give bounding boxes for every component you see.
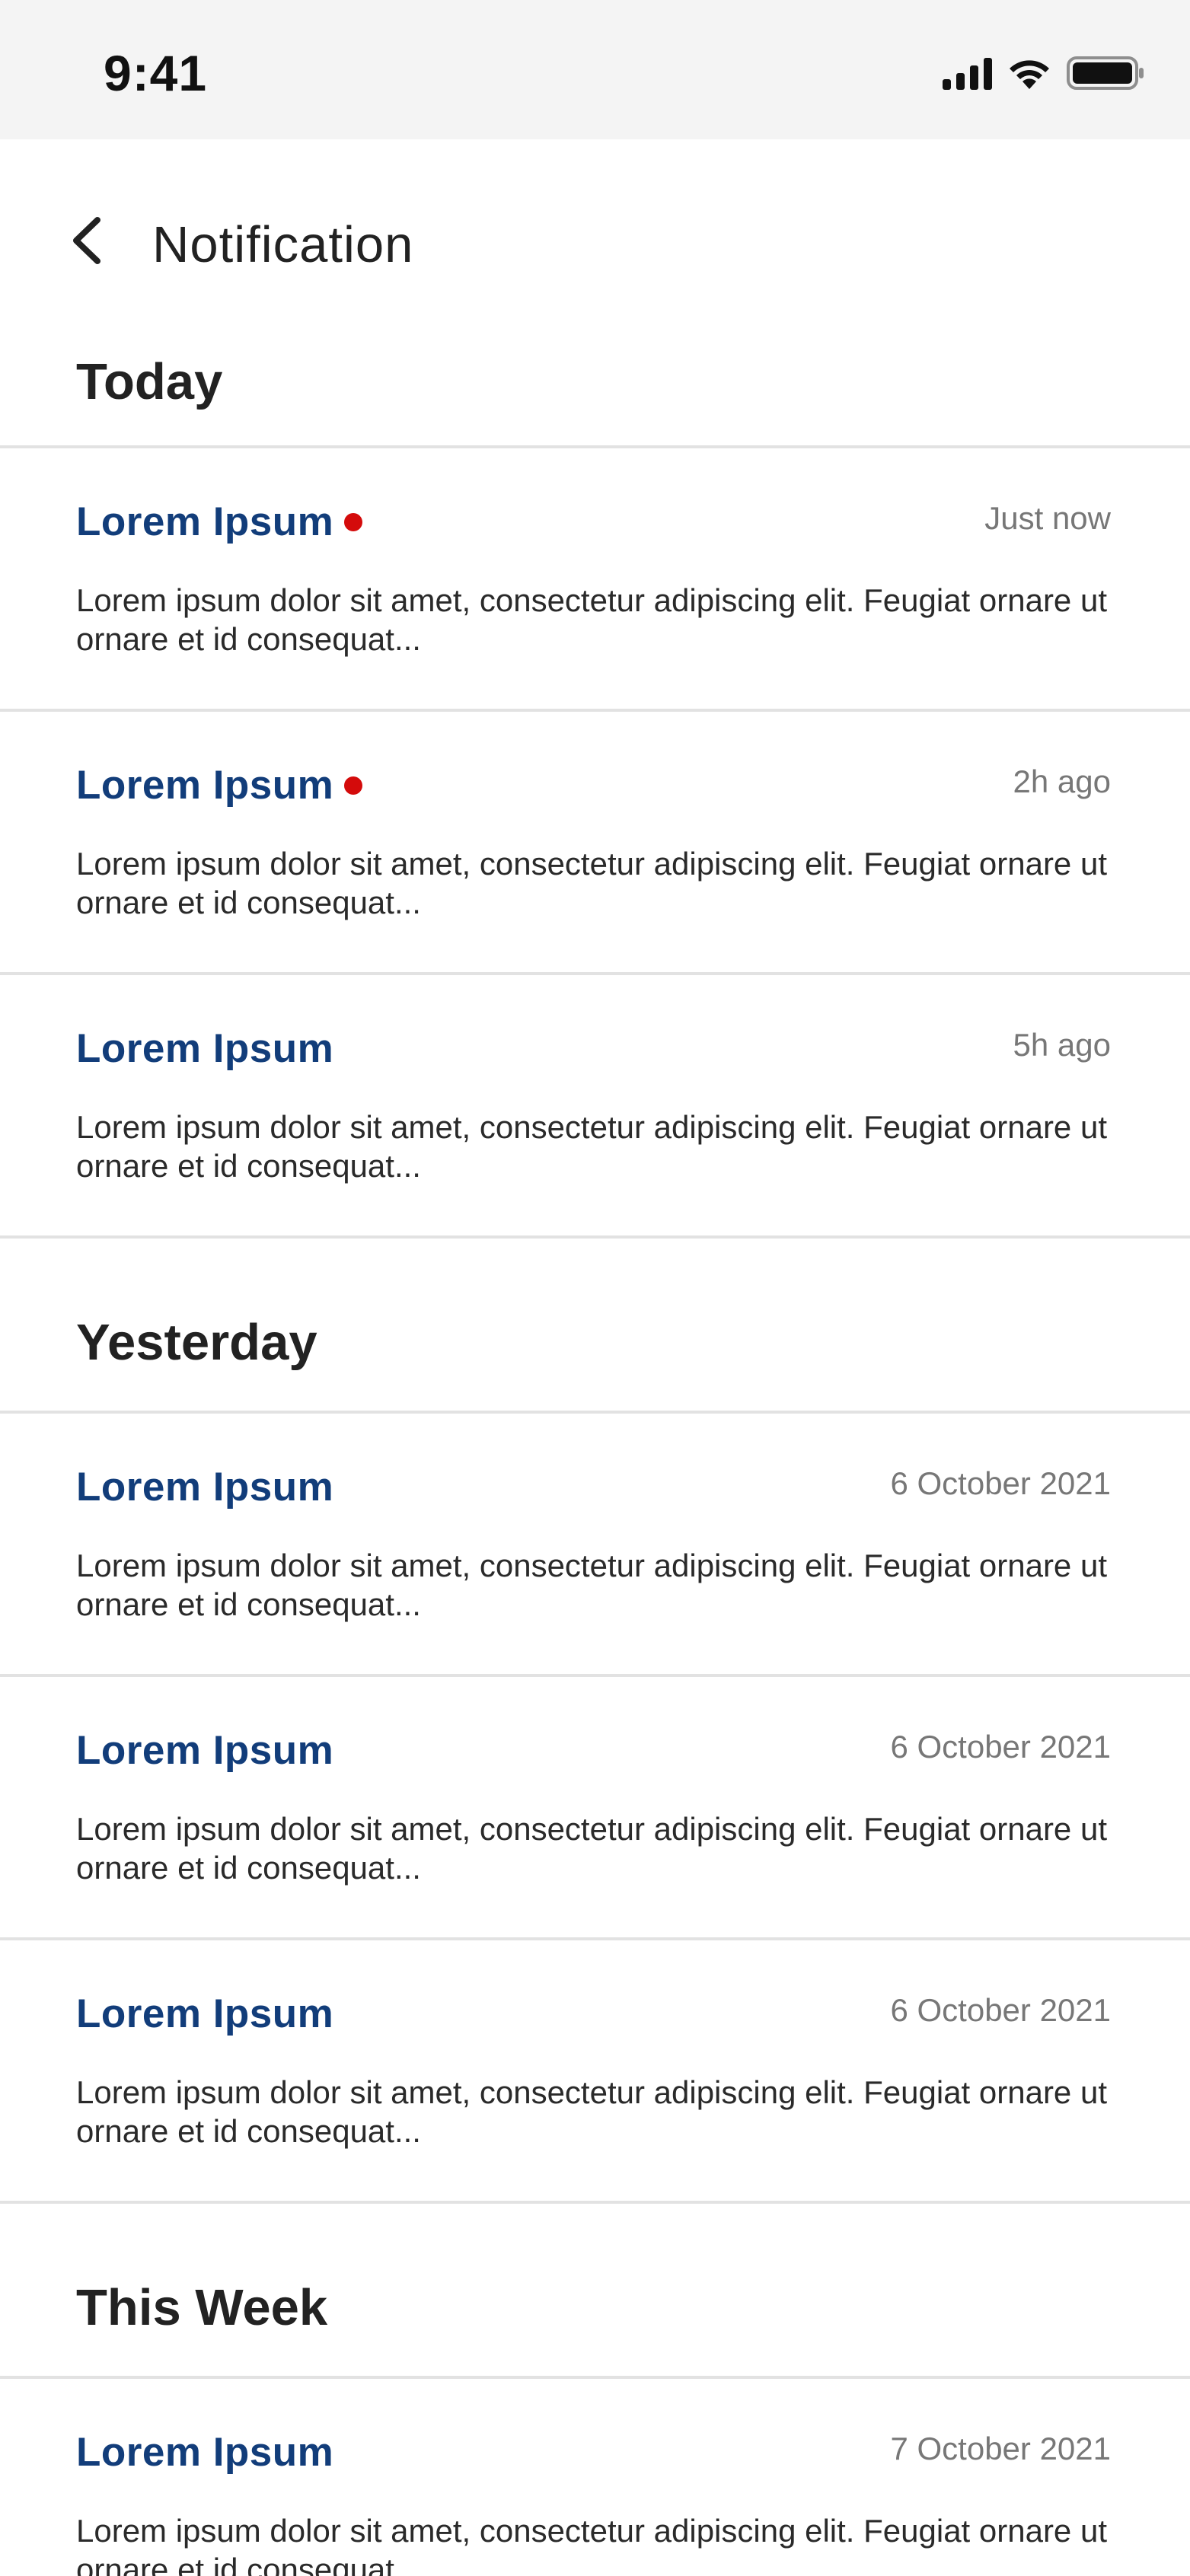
wifi-icon (1010, 60, 1049, 89)
notification-item[interactable]: Lorem Ipsum 6 October 2021 Lorem ipsum dol… (0, 1940, 1190, 2204)
cellular-signal-icon (943, 56, 992, 90)
notification-time: Just now (984, 500, 1111, 536)
notification-time: 7 October 2021 (890, 2431, 1111, 2466)
notification-item[interactable]: Lorem Ipsum 5h ago Lorem ipsum dolor sit a… (0, 975, 1190, 1239)
notification-title-row: Lorem Ipsum (76, 1991, 333, 2037)
notification-title: Lorem Ipsum (76, 1026, 334, 1071)
notification-title-row: Lorem Ipsum (76, 2429, 333, 2476)
notification-title: Lorem Ipsum (76, 763, 334, 808)
notification-body: Lorem ipsum dolor sit amet, consectetur … (76, 2513, 1107, 2576)
notification-title: Lorem Ipsum (76, 1991, 334, 2036)
unread-dot-icon (344, 776, 363, 795)
notification-body: Lorem ipsum dolor sit amet, consectetur … (76, 2074, 1107, 2149)
notification-time: 6 October 2021 (890, 1992, 1111, 2028)
notification-body: Lorem ipsum dolor sit amet, consectetur … (76, 1548, 1107, 1622)
notification-body: Lorem ipsum dolor sit amet, consectetur … (76, 582, 1107, 657)
notification-item[interactable]: Lorem Ipsum Just now Lorem ipsum dolor sit… (0, 448, 1190, 712)
notification-title: Lorem Ipsum (76, 1465, 334, 1510)
section-title: Today (0, 322, 1190, 448)
notification-title-row: Lorem Ipsum (76, 499, 363, 545)
notification-time: 6 October 2021 (890, 1465, 1111, 1501)
notification-body: Lorem ipsum dolor sit amet, consectetur … (76, 1109, 1107, 1184)
notification-list: Today Lorem Ipsum Just now Lorem ipsum dolo… (0, 322, 1190, 2576)
status-time: 9:41 (104, 45, 208, 101)
notification-title: Lorem Ipsum (76, 2430, 334, 2475)
notification-title-row: Lorem Ipsum (76, 762, 363, 808)
page-title: Notification (152, 216, 414, 273)
notification-body: Lorem ipsum dolor sit amet, consectetur … (76, 846, 1107, 920)
section-title: Yesterday (0, 1239, 1190, 1414)
notification-item[interactable]: Lorem Ipsum 7 October 2021 Lorem ipsum dol… (0, 2379, 1190, 2576)
notification-time: 2h ago (1013, 764, 1111, 799)
notification-title: Lorem Ipsum (76, 1728, 334, 1773)
section-title: This Week (0, 2204, 1190, 2379)
unread-dot-icon (344, 512, 363, 531)
status-bar: 9:41 (0, 0, 1190, 139)
notification-time: 5h ago (1013, 1027, 1111, 1063)
notification-time: 6 October 2021 (890, 1729, 1111, 1765)
notification-title-row: Lorem Ipsum (76, 1025, 333, 1072)
app-header: Notification (0, 139, 1190, 322)
chevron-left-icon[interactable] (65, 214, 111, 267)
battery-icon (1067, 56, 1144, 90)
notification-title-row: Lorem Ipsum (76, 1464, 333, 1510)
notification-item[interactable]: Lorem Ipsum 6 October 2021 Lorem ipsum dol… (0, 1677, 1190, 1940)
notification-title-row: Lorem Ipsum (76, 1727, 333, 1774)
notification-item[interactable]: Lorem Ipsum 2h ago Lorem ipsum dolor sit a… (0, 712, 1190, 975)
status-icons (943, 50, 1146, 96)
notification-item[interactable]: Lorem Ipsum 6 October 2021 Lorem ipsum dol… (0, 1414, 1190, 1677)
notification-title: Lorem Ipsum (76, 499, 334, 544)
notification-body: Lorem ipsum dolor sit amet, consectetur … (76, 1811, 1107, 1886)
